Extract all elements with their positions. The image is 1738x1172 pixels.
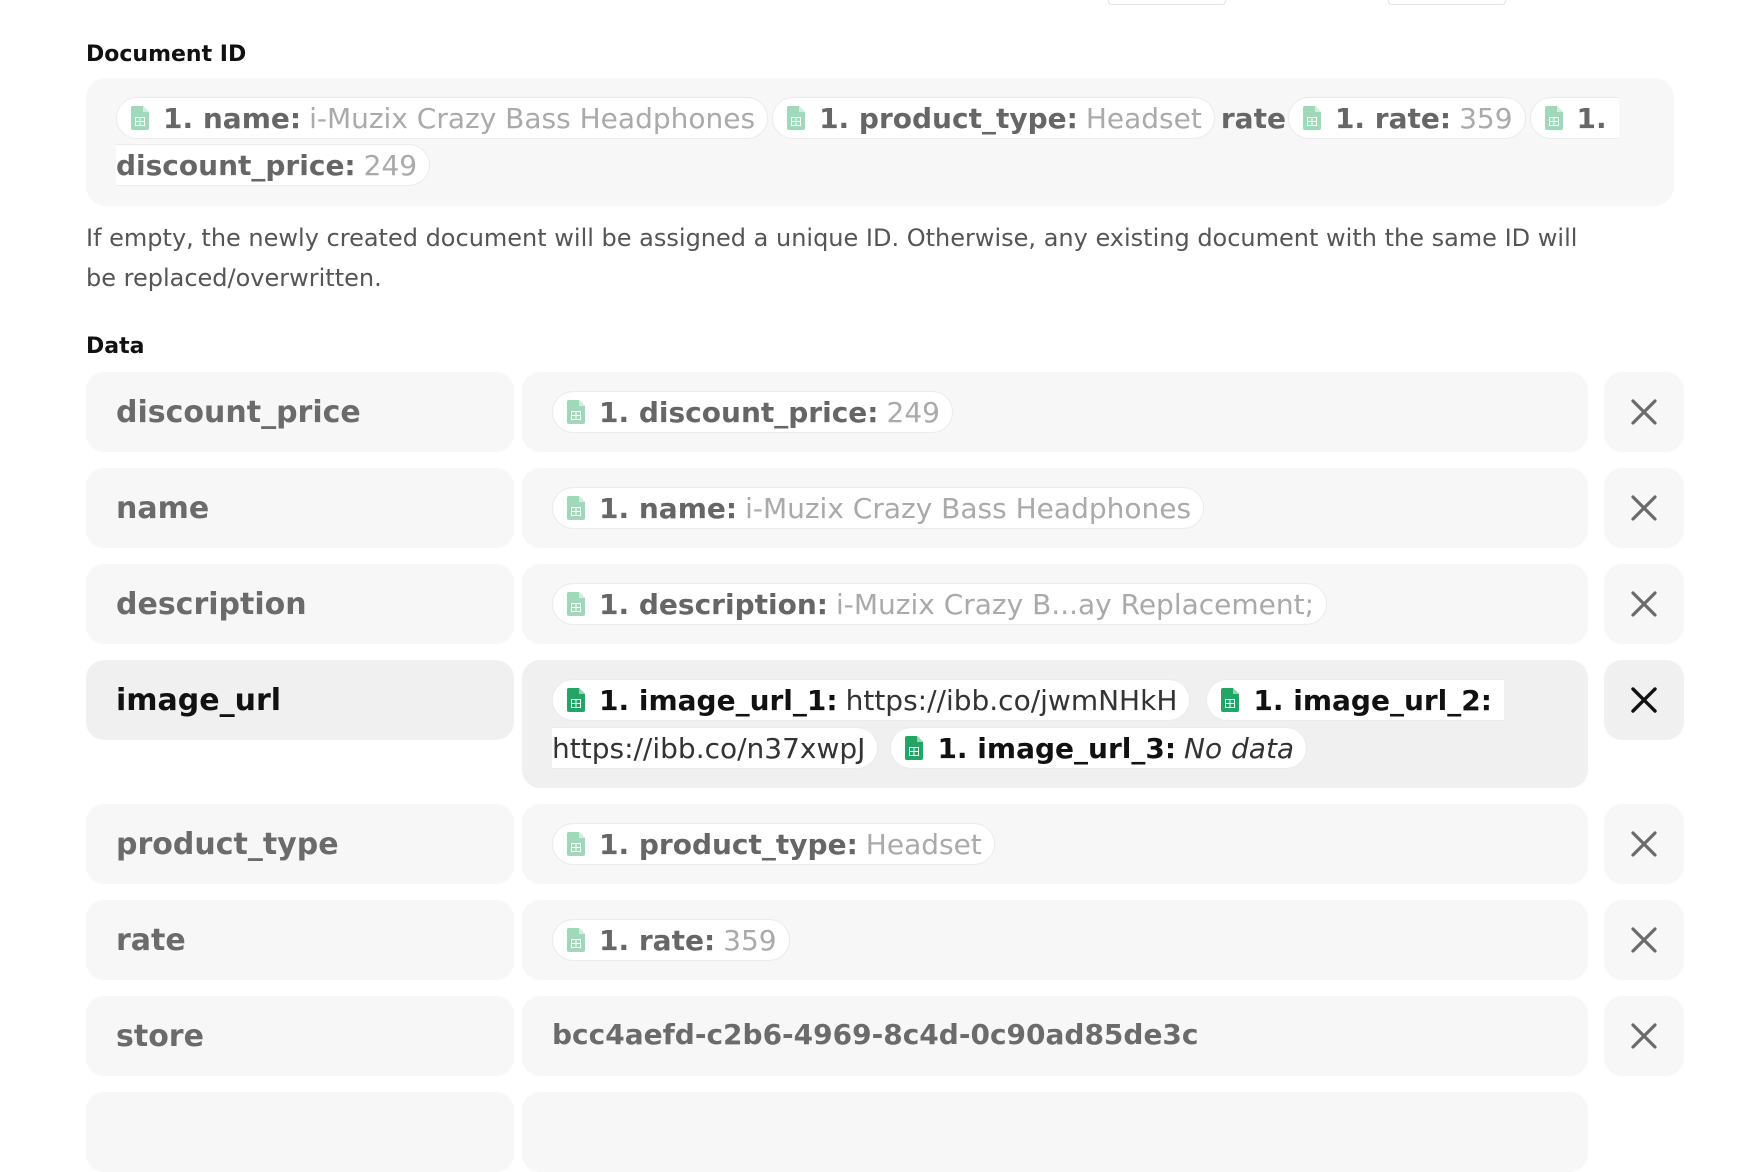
store-id-value: bcc4aefd-c2b6-4969-8c4d-0c90ad85de3c xyxy=(552,1018,1199,1051)
document-id-label: Document ID xyxy=(86,42,247,67)
google-sheets-icon xyxy=(1221,688,1240,712)
close-icon xyxy=(1631,591,1657,617)
delete-row-discount-price-button[interactable] xyxy=(1604,372,1684,452)
close-icon xyxy=(1631,495,1657,521)
data-label: Data xyxy=(86,334,145,359)
data-key-description[interactable]: description xyxy=(86,564,514,644)
token-name[interactable]: 1. name: i-Muzix Crazy Bass Headphones xyxy=(116,97,769,139)
token-image-url-3[interactable]: 1. image_url_3: No data xyxy=(890,727,1308,769)
data-value-image-url[interactable]: 1. image_url_1: https://ibb.co/jwmNHkH 1.… xyxy=(522,660,1588,788)
token-rate[interactable]: 1. rate: 359 xyxy=(1287,97,1526,139)
delete-row-store-button[interactable] xyxy=(1604,996,1684,1076)
google-sheets-icon xyxy=(1302,106,1321,130)
delete-row-name-button[interactable] xyxy=(1604,468,1684,548)
document-id-help-text: If empty, the newly created document wil… xyxy=(86,224,1578,292)
google-sheets-icon xyxy=(787,106,806,130)
data-key-discount-price[interactable]: discount_price xyxy=(86,372,514,452)
token-discount-price-value[interactable]: 1. discount_price: 249 xyxy=(552,391,953,433)
data-key-image-url[interactable]: image_url xyxy=(86,660,514,740)
google-sheets-icon xyxy=(567,928,585,952)
delete-row-description-button[interactable] xyxy=(1604,564,1684,644)
delete-row-image-url-button[interactable] xyxy=(1604,660,1684,740)
close-icon xyxy=(1631,687,1657,713)
data-key-rate[interactable]: rate xyxy=(86,900,514,980)
google-sheets-icon xyxy=(131,106,149,130)
delete-row-rate-button[interactable] xyxy=(1604,900,1684,980)
google-sheets-icon xyxy=(567,400,585,424)
data-value-description[interactable]: 1. description: i-Muzix Crazy B...ay Repl… xyxy=(522,564,1588,644)
data-key-store[interactable]: store xyxy=(86,996,514,1076)
token-product-type-value[interactable]: 1. product_type: Headset xyxy=(552,823,995,865)
google-sheets-icon xyxy=(567,832,585,856)
delete-row-product-type-button[interactable] xyxy=(1604,804,1684,884)
token-name-value[interactable]: 1. name: i-Muzix Crazy Bass Headphones xyxy=(552,487,1205,529)
token-discount-price[interactable]: 1. xyxy=(1529,97,1619,139)
token-image-url-2-continued[interactable]: https://ibb.co/n37xwpJ xyxy=(552,727,879,769)
top-button-right[interactable] xyxy=(1388,0,1506,5)
google-sheets-icon xyxy=(1544,106,1563,130)
top-button-left[interactable] xyxy=(1108,0,1226,5)
token-description-value[interactable]: 1. description: i-Muzix Crazy B...ay Repl… xyxy=(552,583,1328,625)
plain-text-rate: rate xyxy=(1220,101,1286,135)
token-image-url-1[interactable]: 1. image_url_1: https://ibb.co/jwmNHkH xyxy=(552,679,1191,721)
data-value-product-type[interactable]: 1. product_type: Headset xyxy=(522,804,1588,884)
close-icon xyxy=(1631,831,1657,857)
token-discount-price-continued[interactable]: discount_price: 249 xyxy=(116,144,431,186)
data-key-product-type[interactable]: product_type xyxy=(86,804,514,884)
token-product-type[interactable]: 1. product_type: Headset xyxy=(772,97,1215,139)
data-value-store[interactable]: bcc4aefd-c2b6-4969-8c4d-0c90ad85de3c xyxy=(522,996,1588,1076)
data-key-name[interactable]: name xyxy=(86,468,514,548)
google-sheets-icon xyxy=(567,592,585,616)
token-rate-value[interactable]: 1. rate: 359 xyxy=(552,919,790,961)
document-id-field[interactable]: 1. name: i-Muzix Crazy Bass Headphones 1.… xyxy=(86,78,1674,206)
google-sheets-icon xyxy=(905,736,924,760)
google-sheets-icon xyxy=(567,496,585,520)
data-value-next-row[interactable] xyxy=(522,1092,1588,1172)
close-icon xyxy=(1631,399,1657,425)
data-value-name[interactable]: 1. name: i-Muzix Crazy Bass Headphones xyxy=(522,468,1588,548)
google-sheets-icon xyxy=(567,688,585,712)
close-icon xyxy=(1631,927,1657,953)
token-image-url-2[interactable]: 1. image_url_2: xyxy=(1206,679,1504,721)
close-icon xyxy=(1631,1023,1657,1049)
data-key-next-row[interactable] xyxy=(86,1092,514,1172)
data-value-discount-price[interactable]: 1. discount_price: 249 xyxy=(522,372,1588,452)
data-value-rate[interactable]: 1. rate: 359 xyxy=(522,900,1588,980)
